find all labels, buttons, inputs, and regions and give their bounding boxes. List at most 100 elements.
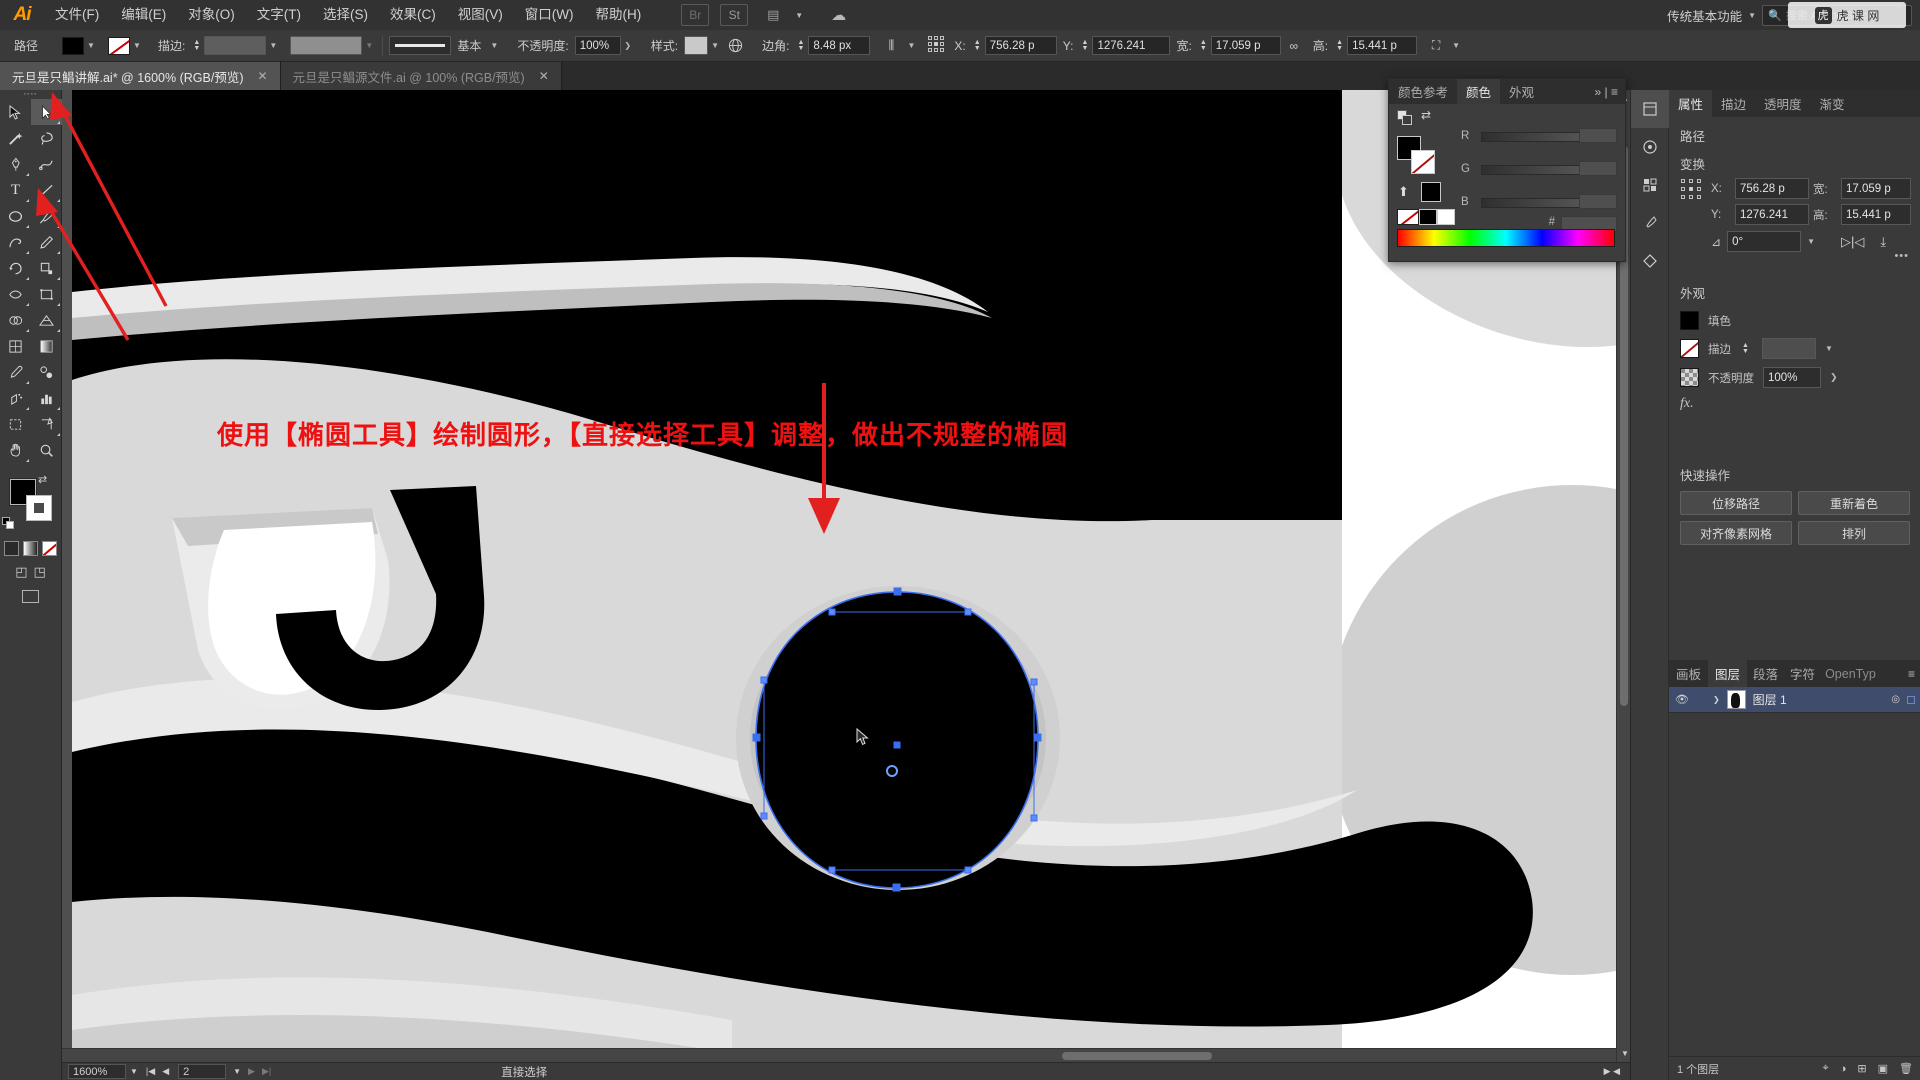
- menu-file[interactable]: 文件(F): [44, 0, 110, 30]
- mesh-tool[interactable]: [0, 333, 31, 359]
- menu-type[interactable]: 文字(T): [246, 0, 312, 30]
- appearance-stroke-stepper[interactable]: ▲ ▼: [1740, 342, 1751, 355]
- angle-chevron-icon[interactable]: ▼: [1807, 237, 1815, 246]
- slice-tool[interactable]: [31, 411, 62, 437]
- w-field[interactable]: 17.059 p: [1210, 36, 1281, 55]
- status-menu-icon[interactable]: ▶ ◀: [1604, 1066, 1620, 1077]
- menu-help[interactable]: 帮助(H): [584, 0, 652, 30]
- target-icon[interactable]: ◎: [1891, 694, 1900, 705]
- align-pixel-grid-button[interactable]: 对齐像素网格: [1680, 521, 1792, 545]
- artboard-number-field[interactable]: 2: [178, 1064, 227, 1079]
- tab-character[interactable]: 字符: [1784, 660, 1821, 687]
- transform-more-options[interactable]: •••: [1894, 250, 1909, 262]
- zoom-chevron-icon[interactable]: ▼: [130, 1067, 138, 1076]
- menu-select[interactable]: 选择(S): [312, 0, 379, 30]
- tab-properties[interactable]: 属性: [1669, 90, 1713, 117]
- default-colors-icon[interactable]: [2, 517, 15, 530]
- style-chevron-icon[interactable]: ▼: [708, 37, 722, 55]
- libraries-dock-icon[interactable]: [1631, 128, 1669, 166]
- first-artboard-icon[interactable]: |◀: [146, 1066, 155, 1077]
- close-icon[interactable]: ✕: [539, 69, 549, 83]
- tab-appearance[interactable]: 外观: [1500, 79, 1543, 104]
- gradient-tool[interactable]: [31, 333, 62, 359]
- tab-layers[interactable]: 图层: [1708, 660, 1748, 687]
- ellipse-tool[interactable]: [0, 203, 31, 229]
- make-clipping-mask-icon[interactable]: ◑: [1840, 1063, 1847, 1075]
- prop-x-field[interactable]: 756.28 p: [1735, 178, 1809, 199]
- workspace-chevron-icon[interactable]: ▼: [1748, 11, 1756, 20]
- tab-color[interactable]: 颜色: [1457, 79, 1501, 104]
- gradient-mode-icon[interactable]: [23, 541, 38, 556]
- tab-transparency[interactable]: 透明度: [1755, 90, 1811, 117]
- shaper-tool[interactable]: [0, 229, 31, 255]
- paintbrush-tool[interactable]: [31, 203, 62, 229]
- select-indicator[interactable]: [1907, 695, 1915, 704]
- new-layer-icon[interactable]: ▣: [1878, 1062, 1888, 1075]
- constrain-proportions-icon[interactable]: ∞: [1281, 35, 1307, 57]
- next-artboard-icon[interactable]: ▶: [248, 1066, 255, 1077]
- prop-angle-field[interactable]: 0°: [1727, 231, 1802, 252]
- stroke-weight-stepper[interactable]: ▲ ▼: [191, 39, 202, 52]
- draw-behind-icon[interactable]: ◳: [34, 564, 46, 580]
- eye-icon[interactable]: 👁: [1675, 693, 1689, 706]
- canvas-horizontal-scroll-thumb[interactable]: [1062, 1052, 1212, 1060]
- expand-chevron-icon[interactable]: ❯: [1713, 695, 1720, 704]
- color-panel-menu-icon[interactable]: » | ≡: [1588, 79, 1625, 104]
- corner-field[interactable]: 8.48 px: [808, 36, 871, 55]
- eyedropper-tool[interactable]: [0, 359, 31, 385]
- stroke-weight-field[interactable]: [204, 36, 267, 55]
- fill-stroke-proxy-icon[interactable]: [1397, 110, 1413, 126]
- stroke-weight-chevron-icon[interactable]: ▼: [266, 37, 280, 55]
- white-swatch[interactable]: [1437, 209, 1455, 225]
- blend-tool[interactable]: [31, 359, 62, 385]
- y-field[interactable]: 1276.241: [1092, 36, 1171, 55]
- stroke-color-swatch[interactable]: [26, 495, 52, 521]
- control-stroke-swatch[interactable]: [108, 36, 131, 55]
- color-panel[interactable]: 颜色参考 颜色 外观 » | ≡ ⇄ R G B ⬆ #: [1388, 78, 1626, 262]
- workspace-switcher[interactable]: 传统基本功能: [1661, 6, 1748, 25]
- flip-vertical-icon[interactable]: ⤓: [1880, 234, 1886, 250]
- last-color-icon[interactable]: ⬆: [1398, 184, 1409, 200]
- stroke-profile-preview[interactable]: [389, 36, 452, 55]
- y-stepper[interactable]: ▲ ▼: [1079, 39, 1090, 52]
- bridge-icon[interactable]: Br: [681, 4, 710, 26]
- rotate-tool[interactable]: [0, 255, 31, 281]
- channel-value-g[interactable]: [1579, 161, 1617, 176]
- opacity-chevron-icon[interactable]: ❯: [621, 37, 635, 55]
- swap-colors-icon[interactable]: ⇄: [1421, 108, 1431, 122]
- align-chevron-icon[interactable]: ▼: [904, 37, 918, 55]
- menu-effect[interactable]: 效果(C): [379, 0, 447, 30]
- type-tool[interactable]: T: [0, 177, 31, 203]
- line-segment-tool[interactable]: [31, 177, 62, 203]
- transform-chevron-icon[interactable]: ▼: [1449, 37, 1463, 55]
- tab-paragraph[interactable]: 段落: [1747, 660, 1784, 687]
- direct-selection-tool[interactable]: [31, 99, 62, 125]
- black-swatch[interactable]: [1419, 209, 1437, 225]
- document-tab-inactive[interactable]: 元旦是只鲳源文件.ai @ 100% (RGB/预览) ✕: [280, 62, 562, 90]
- channel-value-b[interactable]: [1579, 194, 1617, 209]
- transform-more-icon[interactable]: ⛶: [1423, 35, 1449, 57]
- channel-value-r[interactable]: [1579, 128, 1617, 143]
- swap-fill-stroke-icon[interactable]: ⇄: [38, 473, 47, 486]
- scale-tool[interactable]: [31, 255, 62, 281]
- prop-y-field[interactable]: 1276.241: [1735, 204, 1809, 225]
- x-field[interactable]: 756.28 p: [984, 36, 1057, 55]
- control-fill-swatch[interactable]: [62, 36, 85, 55]
- x-stepper[interactable]: ▲ ▼: [972, 39, 983, 52]
- transform-reference-point[interactable]: [1680, 178, 1704, 202]
- prop-w-field[interactable]: 17.059 p: [1841, 178, 1911, 199]
- flip-horizontal-icon[interactable]: ▷|◁: [1841, 234, 1864, 250]
- globe-icon[interactable]: [722, 35, 748, 57]
- column-graph-tool[interactable]: [31, 385, 62, 411]
- properties-dock-icon[interactable]: [1631, 90, 1669, 128]
- none-swatch[interactable]: [1397, 209, 1419, 225]
- canvas-horizontal-scrollbar[interactable]: [62, 1048, 1616, 1062]
- stock-icon[interactable]: St: [720, 4, 749, 26]
- last-artboard-icon[interactable]: ▶|: [262, 1066, 271, 1077]
- scroll-down-icon[interactable]: ▼: [1621, 1049, 1629, 1058]
- appearance-fx-row[interactable]: fx.: [1669, 392, 1920, 416]
- perspective-grid-tool[interactable]: [31, 307, 62, 333]
- stroke-style-field[interactable]: [290, 36, 363, 55]
- h-stepper[interactable]: ▲ ▼: [1334, 39, 1345, 52]
- brushes-dock-icon[interactable]: [1631, 204, 1669, 242]
